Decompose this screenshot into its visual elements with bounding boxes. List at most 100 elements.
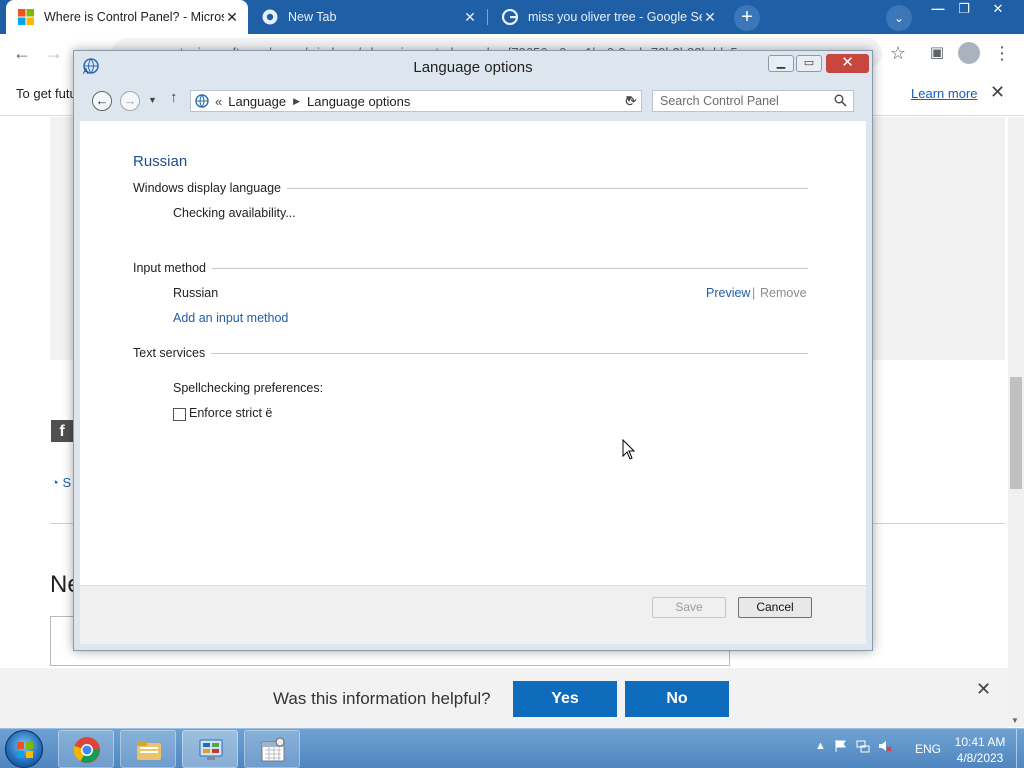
search-icon[interactable] [834,94,847,107]
search-input[interactable] [653,91,823,111]
add-input-method-link[interactable]: Add an input method [173,311,288,325]
language-app-icon [195,94,209,108]
menu-kebab-icon[interactable]: ⋮ [990,42,1014,66]
close-button[interactable]: ✕ [826,54,869,73]
input-language-indicator[interactable]: ENG [915,742,941,756]
section-label: Input method [133,261,206,275]
feedback-yes-button[interactable]: Yes [513,681,617,717]
minimize-button[interactable]: — [924,0,952,20]
control-panel-icon [199,739,223,760]
save-button[interactable]: Save [652,597,726,618]
tab-title: New Tab [288,10,337,24]
chrome-icon [262,9,278,25]
section-display-language: Windows display language [133,181,808,195]
learn-more-link[interactable]: Learn more [911,86,977,101]
restore-button[interactable]: ❐ [950,0,978,20]
facebook-icon[interactable]: f [51,420,73,442]
divider [287,187,808,189]
taskbar-chrome[interactable] [58,730,114,768]
divider [211,267,808,269]
tab-new-tab[interactable]: New Tab ✕ [250,0,486,34]
show-hidden-icons-icon[interactable]: ▲ [815,740,826,752]
section-input-method: Input method [133,261,808,275]
rss-link-text: S [62,475,72,490]
taskbar-file-explorer[interactable] [120,730,176,768]
clock-time: 10:41 AM [954,735,1006,749]
windows-logo-icon [17,742,33,758]
display-language-status: Checking availability... [173,206,296,220]
back-button[interactable]: ← [10,42,34,66]
forward-button[interactable]: → [42,42,66,66]
divider [211,352,808,354]
chevron-right-icon[interactable]: ▶ [293,96,300,107]
action-center-flag-icon[interactable] [834,739,848,753]
feedback-no-button[interactable]: No [625,681,729,717]
rss-link[interactable]: ◔ S [51,475,71,490]
rss-icon: ◔ [51,475,63,490]
start-button[interactable] [5,730,43,768]
chrome-icon [73,737,100,763]
refresh-icon[interactable]: ⟳ [620,90,642,112]
window-title: Language options [413,59,533,76]
show-desktop-button[interactable] [1016,729,1024,768]
remove-link[interactable]: Remove [760,286,807,300]
side-panel-icon[interactable]: ▣ [925,42,949,66]
link-separator: | [752,286,756,300]
preview-link[interactable]: Preview [706,286,750,300]
recent-locations-dropdown[interactable]: ▼ [148,95,157,105]
profile-avatar[interactable] [958,42,980,64]
breadcrumb[interactable]: « Language ▶ Language options ▼ [190,90,642,112]
up-arrow-icon[interactable]: ↑ [170,89,178,106]
explorer-address-bar: ← → ▼ ↑ « Language ▶ Language options ▼ … [80,81,866,121]
feedback-bar: Was this information helpful? Yes No ✕ [0,668,1008,728]
forward-button[interactable]: → [120,91,140,111]
enforce-strict-yo-checkbox[interactable] [173,408,186,421]
taskbar-control-panel[interactable] [182,730,238,768]
network-icon[interactable] [856,739,870,753]
close-icon[interactable]: ✕ [702,9,718,26]
input-method-name: Russian [173,286,219,300]
clock-date: 4/8/2023 [956,751,1004,765]
feedback-question: Was this information helpful? [273,689,491,708]
tab-separator [487,9,488,25]
scroll-down-icon[interactable]: ▼ [1011,716,1019,725]
window-titlebar[interactable]: A Language options ▁ ▭ ✕ [74,51,872,81]
breadcrumb-overflow[interactable]: « [215,94,222,109]
back-button[interactable]: ← [92,91,112,111]
info-bar-text: To get futu [16,86,77,101]
tab-title: miss you oliver tree - Google Sea [528,10,702,24]
tab-google-search[interactable]: miss you oliver tree - Google Sea ✕ [490,0,726,34]
language-options-content: Russian Windows display language Checkin… [80,121,866,585]
taskbar-calendar-app[interactable] [244,730,300,768]
mouse-cursor-icon [622,439,636,460]
taskbar-clock[interactable]: 10:41 AM 4/8/2023 [950,734,1010,766]
breadcrumb-item-language[interactable]: Language [228,94,286,109]
tab-search-button[interactable]: ⌄ [886,5,912,31]
system-tray: ▲ [815,739,892,753]
maximize-button[interactable]: ▭ [796,55,822,72]
tab-control-panel[interactable]: Where is Control Panel? - Micros ✕ [6,0,248,34]
section-label: Windows display language [133,181,282,195]
calendar-icon [261,737,285,762]
cancel-button[interactable]: Cancel [738,597,812,618]
enforce-strict-yo-label[interactable]: Enforce strict ё [189,406,272,420]
breadcrumb-item-language-options[interactable]: Language options [307,94,410,109]
search-control-panel[interactable] [652,90,854,112]
google-icon [502,9,518,25]
close-icon[interactable]: ✕ [976,679,991,700]
section-text-services: Text services [133,346,808,360]
volume-muted-icon[interactable] [878,739,892,753]
language-name-heading: Russian [133,153,188,170]
spellchecking-label: Spellchecking preferences: [173,381,324,395]
scrollbar-thumb[interactable] [1010,377,1022,489]
close-icon[interactable]: ✕ [990,82,1005,103]
page-scrollbar[interactable]: ▼ [1008,117,1024,727]
window-close-button[interactable]: ✕ [984,0,1012,20]
close-icon[interactable]: ✕ [224,9,240,26]
tab-title: Where is Control Panel? - Micros [44,10,224,24]
dialog-footer: Save Cancel [80,585,866,644]
new-tab-button[interactable]: + [734,5,760,31]
bookmark-star-icon[interactable]: ☆ [886,42,910,66]
close-icon[interactable]: ✕ [462,9,478,26]
minimize-button[interactable]: ▁ [768,55,794,72]
